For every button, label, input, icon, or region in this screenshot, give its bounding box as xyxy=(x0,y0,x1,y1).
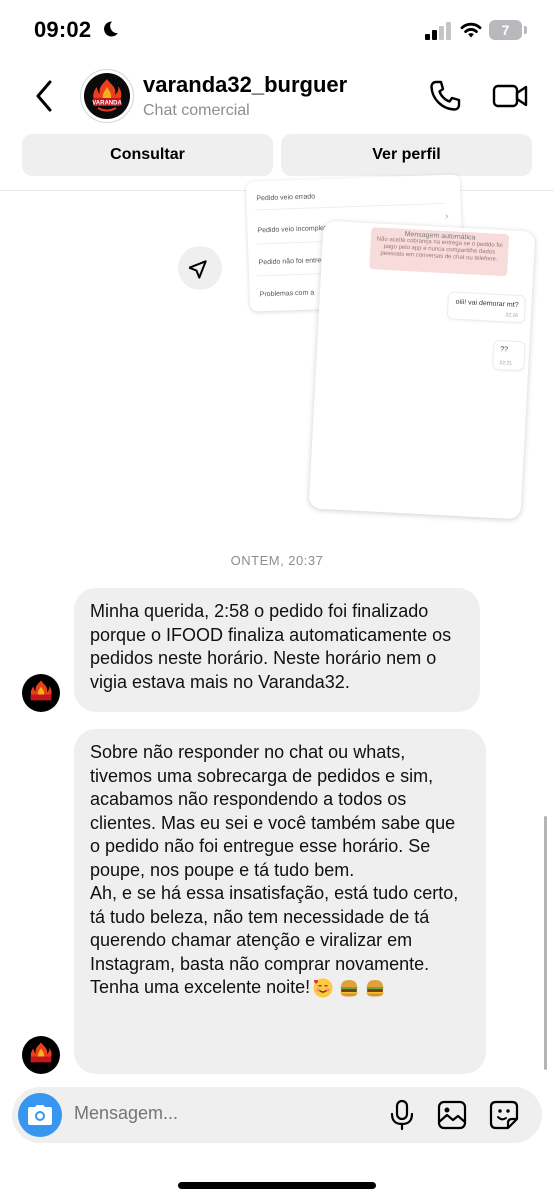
message-input[interactable] xyxy=(74,1103,374,1124)
consultar-button[interactable]: Consultar xyxy=(22,134,273,176)
hamburger-emoji xyxy=(340,980,358,997)
varanda-logo-icon xyxy=(30,680,52,701)
message-text: Tenha uma excelente noite! xyxy=(90,977,311,997)
logo-text: VARANDA xyxy=(92,101,122,107)
varanda-logo-icon: VARANDA xyxy=(84,73,130,119)
moon-icon xyxy=(104,21,118,37)
shared-screenshot-front[interactable]: Mensagem automática Não aceite cobrança … xyxy=(308,220,536,520)
microphone-icon[interactable] xyxy=(388,1099,416,1131)
sticker-icon[interactable] xyxy=(488,1099,520,1131)
mini-message-bubble: ?? 22:21 xyxy=(492,339,526,372)
message-text: Sobre não responder no chat ou whats, ti… xyxy=(90,742,456,880)
wifi-icon xyxy=(460,22,482,38)
profile-subtitle: Chat comercial xyxy=(143,102,250,119)
gallery-icon[interactable] xyxy=(436,1099,468,1131)
message-text: Minha querida, 2:58 o pedido foi finaliz… xyxy=(90,601,452,692)
mini-message-time: 22:16 xyxy=(505,312,519,319)
status-bar: 09:02 7 xyxy=(0,0,554,62)
message-text: Ah, e se há essa insatisfação, está tudo… xyxy=(90,883,459,974)
automatic-message-banner: Mensagem automática Não aceite cobrança … xyxy=(369,227,510,277)
mini-message-time: 22:21 xyxy=(499,360,513,367)
menu-item-label: Pedido não foi entreg xyxy=(258,257,326,267)
video-camera-icon[interactable] xyxy=(492,79,528,113)
hamburger-emoji xyxy=(366,980,384,997)
message-bubble[interactable]: Minha querida, 2:58 o pedido foi finaliz… xyxy=(74,588,480,712)
smiling-face-with-hearts-emoji xyxy=(313,978,333,998)
mini-message-text: oiii! vai demorar mt? xyxy=(455,298,519,309)
menu-item-label: Problemas com a xyxy=(259,289,315,299)
sender-avatar[interactable] xyxy=(22,674,60,712)
camera-icon xyxy=(28,1105,52,1125)
mini-message-bubble: oiii! vai demorar mt? 22:16 xyxy=(446,291,527,324)
message-last-line: Tenha uma excelente noite! xyxy=(90,976,470,1000)
chat-header: VARANDA varanda32_burguer Chat comercial xyxy=(0,62,554,132)
avatar[interactable]: VARANDA xyxy=(80,69,134,123)
home-indicator[interactable] xyxy=(178,1182,376,1189)
phone-icon[interactable] xyxy=(428,79,462,113)
battery-level: 7 xyxy=(501,22,510,38)
menu-item-label: Pedido veio errado xyxy=(256,193,316,203)
menu-item-label: Pedido veio incompleto xyxy=(257,224,330,235)
camera-button[interactable] xyxy=(18,1093,62,1137)
message-bubble[interactable]: Sobre não responder no chat ou whats, ti… xyxy=(74,729,486,1074)
back-arrow-icon[interactable] xyxy=(30,78,60,114)
conversation-timestamp: ONTEM, 20:37 xyxy=(230,553,324,568)
send-icon xyxy=(189,260,207,279)
mini-message-text: ?? xyxy=(499,346,509,354)
signal-icon xyxy=(425,22,451,40)
message-composer xyxy=(12,1087,542,1143)
chevron-right-icon: › xyxy=(444,210,449,221)
scrollbar[interactable] xyxy=(544,816,547,1070)
battery-icon: 7 xyxy=(489,20,527,40)
status-time: 09:02 xyxy=(34,17,92,42)
sender-avatar[interactable] xyxy=(22,1036,60,1074)
ver-perfil-button[interactable]: Ver perfil xyxy=(281,134,532,176)
varanda-logo-icon xyxy=(30,1042,52,1063)
profile-name[interactable]: varanda32_burguer xyxy=(143,72,347,98)
share-button[interactable] xyxy=(178,246,222,290)
